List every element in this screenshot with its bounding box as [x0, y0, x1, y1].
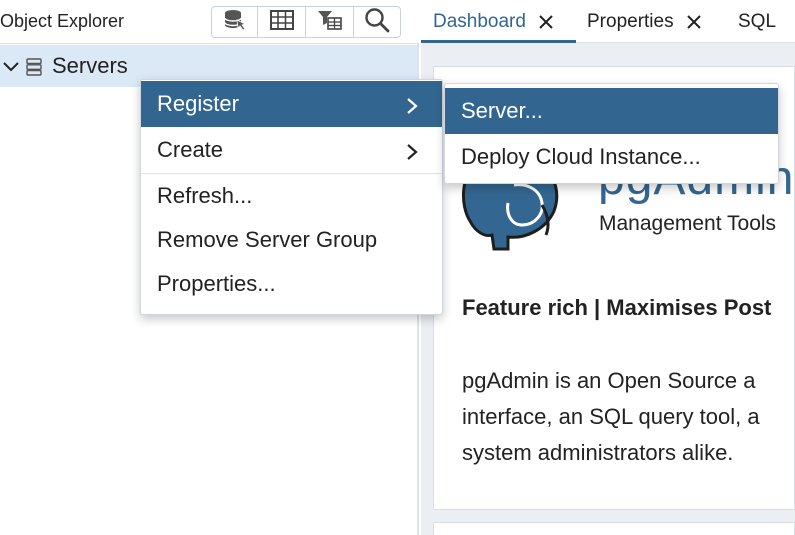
menu-item-server[interactable]: Server... — [445, 88, 778, 134]
search-objects-button[interactable] — [354, 7, 400, 37]
description-line: pgAdmin is an Open Source a — [462, 368, 756, 393]
menu-item-label: Server... — [461, 98, 543, 123]
active-tab-indicator — [421, 40, 576, 43]
filtered-rows-button[interactable] — [306, 7, 354, 37]
menu-item-label: Register — [157, 91, 239, 116]
menu-item-properties[interactable]: Properties... — [141, 262, 442, 306]
tab-label: Dashboard — [433, 10, 526, 32]
menu-item-label: Create — [157, 137, 224, 162]
menu-item-label: Remove Server Group — [157, 227, 378, 252]
tab-sql[interactable]: SQL — [738, 0, 776, 43]
main-content-panel: Dashboard Properties SQL pgAdmin Managem… — [421, 0, 795, 535]
tab-dashboard[interactable]: Dashboard — [433, 0, 554, 43]
object-explorer-header: Object Explorer — [0, 0, 419, 44]
close-icon[interactable] — [538, 14, 554, 30]
menu-item-refresh[interactable]: Refresh... — [141, 174, 442, 218]
logo-tagline: Management Tools — [599, 212, 777, 235]
register-submenu: Server... Deploy Cloud Instance... — [444, 83, 779, 184]
object-explorer-toolbar — [211, 6, 401, 38]
menu-item-create[interactable]: Create — [141, 127, 442, 173]
view-data-button[interactable] — [258, 7, 306, 37]
context-menu: Register Create Refresh... Remove Server… — [140, 79, 443, 315]
feature-heading: Feature rich | Maximises Post — [462, 295, 772, 320]
menu-item-register[interactable]: Register — [141, 81, 442, 127]
search-icon — [364, 7, 390, 38]
chevron-right-icon — [406, 95, 418, 121]
query-tool-button[interactable] — [212, 7, 258, 37]
tab-properties[interactable]: Properties — [587, 0, 702, 43]
filter-table-icon — [317, 9, 343, 36]
menu-item-label: Deploy Cloud Instance... — [461, 144, 701, 169]
description-line: system administrators alike. — [462, 440, 734, 465]
dashboard-description: pgAdmin is an Open Source a interface, a… — [462, 363, 760, 471]
menu-item-label: Properties... — [157, 271, 276, 296]
menu-item-label: Refresh... — [157, 183, 253, 208]
chevron-down-icon[interactable] — [2, 57, 20, 80]
tree-node-label: Servers — [52, 53, 128, 78]
close-icon[interactable] — [686, 14, 702, 30]
table-icon — [269, 9, 294, 35]
menu-item-deploy-cloud-instance[interactable]: Deploy Cloud Instance... — [445, 134, 778, 180]
dashboard-second-card — [433, 522, 795, 535]
server-group-icon — [26, 58, 42, 81]
description-line: interface, an SQL query tool, a — [462, 404, 760, 429]
database-query-icon — [223, 8, 247, 37]
tab-label: SQL — [738, 10, 777, 32]
tab-label: Properties — [587, 10, 674, 32]
menu-item-remove-server-group[interactable]: Remove Server Group — [141, 218, 442, 262]
chevron-right-icon — [406, 141, 418, 167]
tab-bar: Dashboard Properties SQL — [421, 0, 795, 43]
panel-title: Object Explorer — [0, 11, 125, 31]
